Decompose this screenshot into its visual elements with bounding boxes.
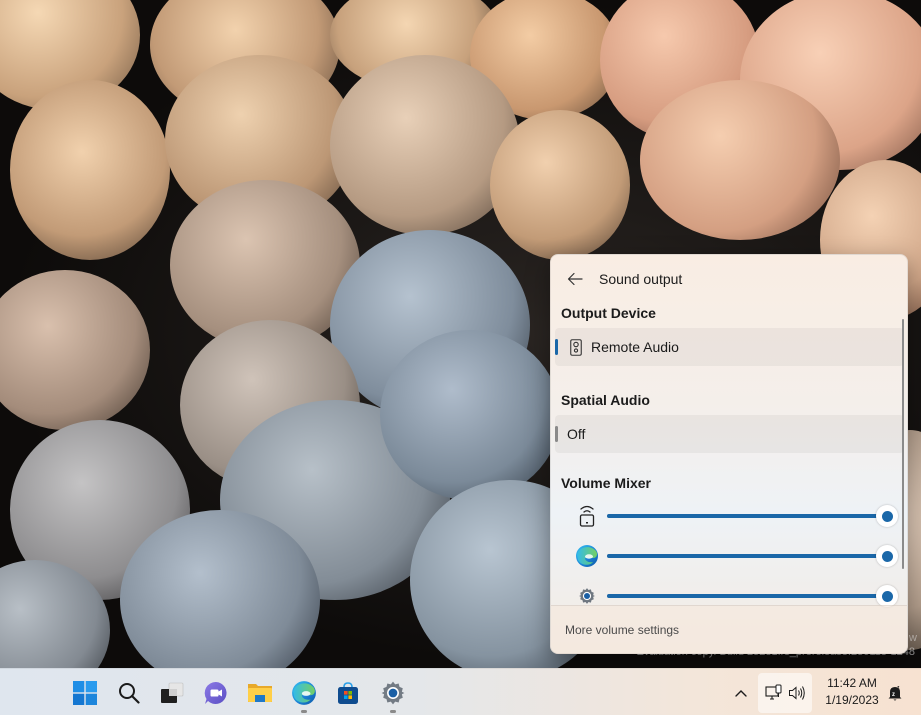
taskbar-task-view-button[interactable] bbox=[156, 677, 188, 709]
wallpaper-egg bbox=[490, 110, 630, 260]
watermark-fragment: w bbox=[909, 632, 917, 644]
wallpaper-egg bbox=[380, 330, 560, 500]
running-indicator bbox=[301, 710, 307, 713]
slider-thumb[interactable] bbox=[876, 545, 898, 567]
network-remote-icon bbox=[764, 684, 781, 700]
store-icon bbox=[338, 682, 358, 704]
taskbar-file-explorer-button[interactable] bbox=[244, 677, 276, 709]
notifications-dnd-icon: z z bbox=[888, 685, 902, 701]
clock-time: 11:42 AM bbox=[827, 676, 877, 690]
speaker-icon bbox=[569, 338, 583, 356]
slider-thumb[interactable] bbox=[876, 585, 898, 607]
volume-slider-edge[interactable] bbox=[607, 545, 898, 567]
selected-indicator bbox=[555, 426, 558, 442]
taskbar: 11:42 AM 1/19/2023 z z bbox=[0, 668, 921, 715]
show-hidden-icons-button[interactable] bbox=[730, 681, 752, 705]
slider-thumb[interactable] bbox=[876, 505, 898, 527]
slider-fill bbox=[607, 514, 887, 518]
wallpaper-egg bbox=[0, 270, 150, 430]
wallpaper-egg bbox=[330, 55, 520, 235]
chevron-up-icon bbox=[735, 690, 747, 697]
output-device-heading: Output Device bbox=[561, 305, 656, 321]
remote-device-icon bbox=[575, 504, 599, 528]
mixer-row-remote-device bbox=[551, 503, 898, 529]
running-indicator bbox=[390, 710, 396, 713]
clock[interactable]: 11:42 AM 1/19/2023 bbox=[818, 675, 886, 709]
back-button[interactable] bbox=[561, 267, 589, 291]
output-device-remote-audio[interactable]: Remote Audio bbox=[555, 328, 904, 366]
taskbar-store-button[interactable] bbox=[332, 677, 364, 709]
teams-chat-icon bbox=[204, 681, 227, 704]
clock-date: 1/19/2023 bbox=[825, 693, 879, 707]
settings-gear-icon bbox=[381, 681, 405, 705]
flyout-footer: More volume settings bbox=[551, 605, 907, 653]
wallpaper-egg bbox=[10, 80, 170, 260]
volume-slider-settings[interactable] bbox=[607, 585, 898, 607]
spatial-audio-label: Off bbox=[567, 426, 586, 442]
speaker-volume-icon bbox=[788, 686, 805, 700]
slider-fill bbox=[607, 594, 887, 598]
spatial-audio-heading: Spatial Audio bbox=[561, 392, 650, 408]
output-device-label: Remote Audio bbox=[591, 339, 679, 355]
more-volume-settings-link[interactable]: More volume settings bbox=[565, 623, 679, 637]
flyout-header: Sound output bbox=[551, 255, 907, 303]
task-view-icon bbox=[161, 682, 184, 703]
taskbar-chat-button[interactable] bbox=[200, 677, 232, 709]
slider-fill bbox=[607, 554, 887, 558]
spatial-audio-off[interactable]: Off bbox=[555, 415, 904, 453]
arrow-left-icon bbox=[567, 272, 583, 286]
taskbar-start-button[interactable] bbox=[69, 677, 101, 709]
svg-text:z: z bbox=[892, 692, 895, 698]
folder-icon bbox=[248, 684, 272, 702]
search-icon bbox=[119, 683, 140, 704]
flyout-title: Sound output bbox=[599, 271, 683, 287]
volume-slider-remote-device[interactable] bbox=[607, 505, 898, 527]
quick-settings-tray[interactable] bbox=[758, 673, 812, 713]
flyout-scrollbar[interactable] bbox=[902, 319, 904, 569]
edge-icon bbox=[292, 681, 316, 705]
selected-indicator bbox=[555, 339, 558, 355]
volume-mixer-heading: Volume Mixer bbox=[561, 475, 651, 491]
windows-start-icon bbox=[73, 681, 97, 705]
edge-icon bbox=[575, 544, 599, 568]
taskbar-edge-button[interactable] bbox=[288, 677, 320, 713]
taskbar-search-button[interactable] bbox=[113, 677, 145, 709]
taskbar-settings-button[interactable] bbox=[377, 677, 409, 713]
sound-output-flyout: Sound output Output Device Remote Audio … bbox=[550, 254, 908, 654]
mixer-row-edge bbox=[551, 543, 898, 569]
notification-center-button[interactable]: z z bbox=[884, 681, 906, 705]
wallpaper-egg bbox=[640, 80, 840, 240]
